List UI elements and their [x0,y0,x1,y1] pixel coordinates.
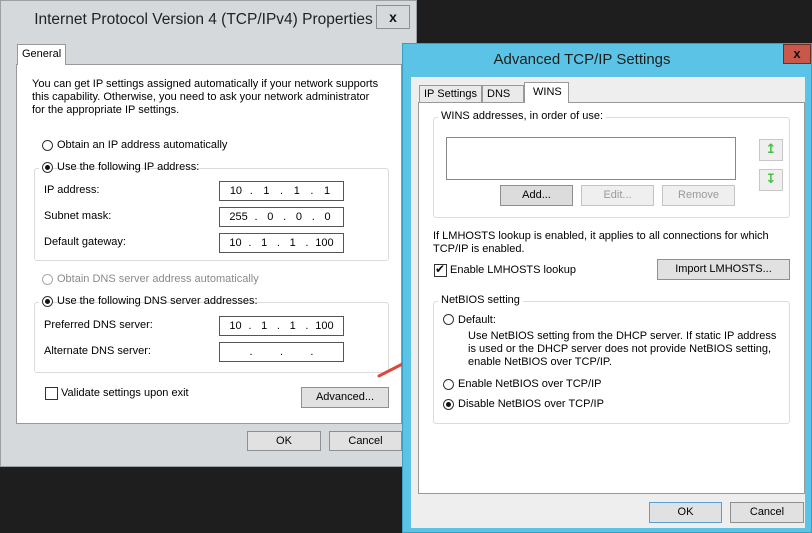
octet: 100 [315,237,334,249]
tab-ip-settings[interactable]: IP Settings [419,85,482,103]
netbios-group-label: NetBIOS setting [438,294,523,307]
netbios-enable-label[interactable]: Enable NetBIOS over TCP/IP [458,378,601,391]
ipv4-title-bar[interactable]: Internet Protocol Version 4 (TCP/IPv4) P… [1,1,416,39]
intro-line-2: this capability. Otherwise, you need to … [32,91,370,103]
ip-manual-legend: Use the following IP address: [39,160,199,175]
validate-settings-checkbox[interactable] [45,387,58,400]
ipv4-close-button[interactable]: x [376,5,410,29]
alternate-dns-label: Alternate DNS server: [44,345,151,357]
octet: 10 [229,185,243,197]
default-gateway-field[interactable]: 10. 1. 1. 100 [219,233,344,253]
preferred-dns-field[interactable]: 10. 1. 1. 100 [219,316,344,336]
advanced-window-title: Advanced TCP/IP Settings [493,51,671,68]
enable-lmhosts-label[interactable]: Enable LMHOSTS lookup [450,264,576,277]
octet: 1 [293,185,300,197]
obtain-ip-auto-radio[interactable] [42,140,53,151]
octet: 0 [324,211,331,223]
dns-manual-legend: Use the following DNS server addresses: [39,294,258,309]
octet: 1 [261,237,268,249]
subnet-mask-field[interactable]: 255. 0. 0. 0 [219,207,344,227]
octet: 10 [229,237,242,249]
use-following-ip-radio[interactable] [42,162,53,173]
ipv4-cancel-button[interactable]: Cancel [329,431,402,451]
advanced-ok-button[interactable]: OK [649,502,722,523]
octet: 1 [289,320,296,332]
obtain-dns-auto-radio[interactable] [42,274,53,285]
netbios-default-desc-2: is used or the DHCP server does not prov… [468,343,772,355]
import-lmhosts-button[interactable]: Import LMHOSTS... [657,259,790,280]
netbios-disable-radio[interactable] [443,399,454,410]
subnet-mask-label: Subnet mask: [44,210,112,222]
octet: 1 [261,320,268,332]
wins-add-button[interactable]: Add... [500,185,573,206]
netbios-default-desc-1: Use NetBIOS setting from the DHCP server… [468,330,777,342]
netbios-enable-radio[interactable] [443,379,454,390]
enable-lmhosts-checkbox[interactable] [434,262,447,277]
tab-general[interactable]: General [17,44,67,65]
use-following-dns-radio[interactable] [42,296,53,307]
ip-address-field[interactable]: 10. 1. 1. 1 [219,181,344,201]
ip-address-label: IP address: [44,184,100,196]
wins-panel: WINS addresses, in order of use: ↥ ↧ Add… [418,102,805,494]
advanced-tcpip-window: Advanced TCP/IP Settings x IP Settings D… [402,43,812,533]
lmhosts-info-line-2: TCP/IP is enabled. [433,243,525,255]
advanced-close-button[interactable]: x [783,44,811,64]
ipv4-ok-button[interactable]: OK [247,431,321,451]
intro-line-3: for the appropriate IP settings. [32,104,180,116]
octet: 10 [229,320,242,332]
octet: 0 [295,211,302,223]
dns-address-group [34,302,389,373]
wins-group-label: WINS addresses, in order of use: [438,110,607,123]
validate-settings-label[interactable]: Validate settings upon exit [61,387,189,400]
netbios-default-radio[interactable] [443,314,454,325]
wins-address-list[interactable] [446,137,736,180]
arrow-up-icon: ↥ [765,142,777,157]
netbios-disable-label[interactable]: Disable NetBIOS over TCP/IP [458,398,604,411]
advanced-client-area: IP Settings DNS WINS WINS addresses, in … [411,77,805,528]
alternate-dns-field[interactable]: ... [219,342,344,362]
ipv4-properties-window: Internet Protocol Version 4 (TCP/IPv4) P… [0,0,417,467]
wins-edit-button[interactable]: Edit... [581,185,654,206]
general-panel: You can get IP settings assigned automat… [16,64,402,424]
advanced-cancel-button[interactable]: Cancel [730,502,804,523]
default-gateway-label: Default gateway: [44,236,126,248]
octet: 255 [229,211,248,223]
octet: 0 [267,211,274,223]
obtain-dns-auto-label[interactable]: Obtain DNS server address automatically [57,273,259,286]
netbios-default-label[interactable]: Default: [458,314,496,327]
preferred-dns-label: Preferred DNS server: [44,319,153,331]
octet: 100 [315,320,334,332]
advanced-button[interactable]: Advanced... [301,387,389,408]
octet: 1 [324,185,331,197]
arrow-down-icon: ↧ [765,172,777,187]
lmhosts-info-line-1: If LMHOSTS lookup is enabled, it applies… [433,230,769,242]
tab-wins[interactable]: WINS [524,82,569,103]
octet: 1 [289,237,296,249]
netbios-default-desc-3: enable NetBIOS over TCP/IP. [468,356,612,368]
use-following-ip-label[interactable]: Use the following IP address: [57,161,199,174]
octet: 1 [263,185,270,197]
move-down-button[interactable]: ↧ [759,169,783,191]
tab-dns[interactable]: DNS [482,85,524,103]
ipv4-window-title: Internet Protocol Version 4 (TCP/IPv4) P… [34,11,373,28]
intro-line-1: You can get IP settings assigned automat… [32,78,379,90]
use-following-dns-label[interactable]: Use the following DNS server addresses: [57,295,258,308]
obtain-ip-auto-label[interactable]: Obtain an IP address automatically [57,139,227,152]
wins-remove-button[interactable]: Remove [662,185,735,206]
move-up-button[interactable]: ↥ [759,139,783,161]
